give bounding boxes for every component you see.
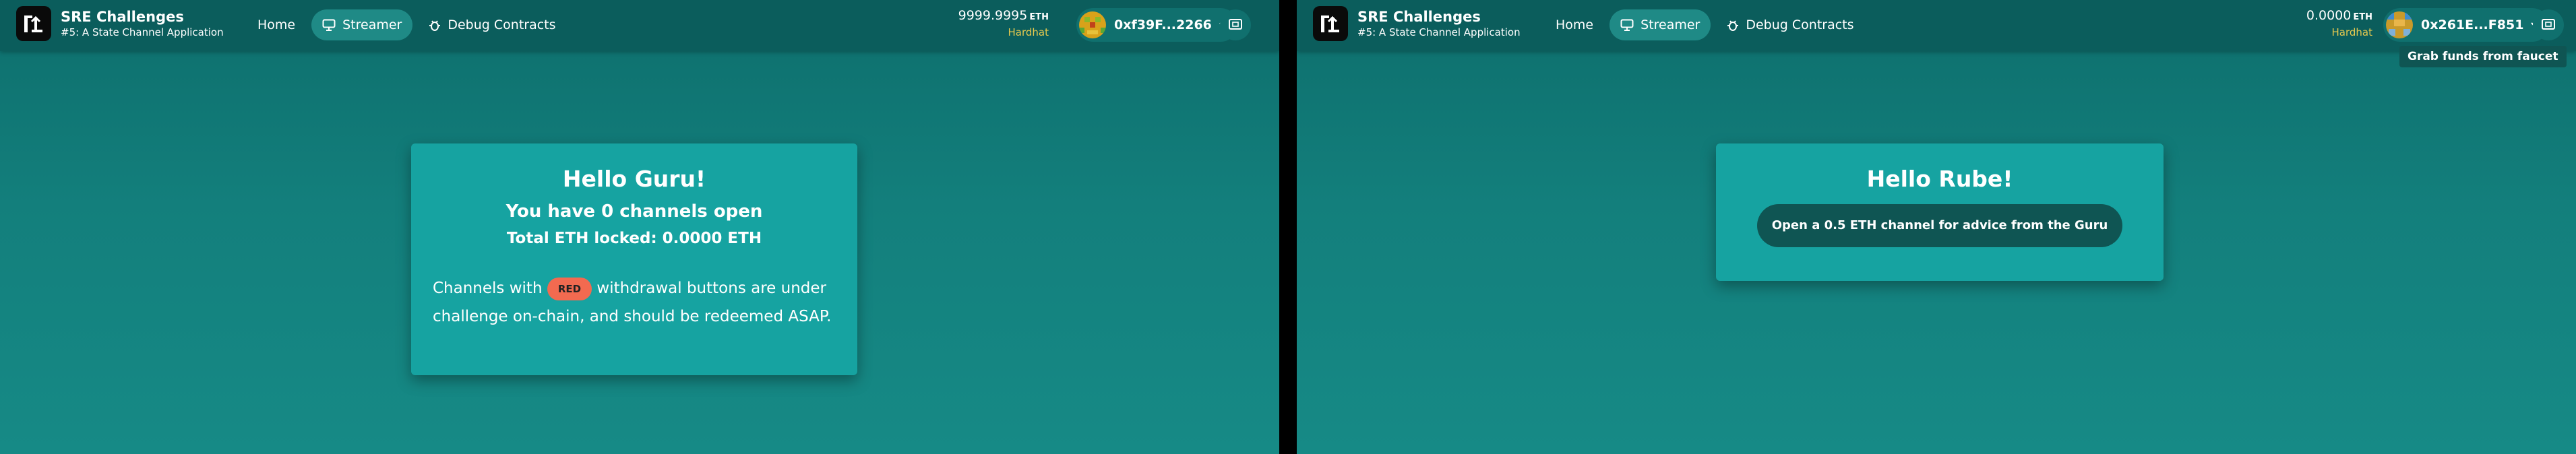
brand-title: SRE Challenges	[61, 9, 184, 25]
channels-note: Channels with RED withdrawal buttons are…	[433, 274, 836, 331]
monitor-icon	[1620, 19, 1634, 31]
nav-streamer[interactable]: Streamer	[311, 9, 413, 40]
brand-link[interactable]: SRE Challenges #5: A State Channel Appli…	[16, 6, 224, 41]
brand-title: SRE Challenges	[1357, 9, 1481, 25]
card-greeting: Hello Guru!	[562, 166, 706, 192]
guru-pane: SRE Challenges #5: A State Channel Appli…	[0, 0, 1279, 454]
note-before: Channels with	[433, 280, 543, 297]
navbar: SRE Challenges #5: A State Channel Appli…	[1297, 0, 2576, 51]
nav-debug-label: Debug Contracts	[448, 18, 556, 32]
nav-streamer[interactable]: Streamer	[1609, 9, 1711, 40]
nav-debug-contracts[interactable]: Debug Contracts	[1716, 9, 1864, 40]
balance-value: 0.0000	[2306, 8, 2352, 23]
faucet-tooltip: Grab funds from faucet	[2399, 46, 2567, 67]
rube-pane: SRE Challenges #5: A State Channel Appli…	[1297, 0, 2576, 454]
qr-icon	[1228, 18, 1243, 32]
rube-card: Hello Rube! Open a 0.5 ETH channel for a…	[1716, 143, 2164, 281]
nav-menu: Home Streamer Debug Contracts	[247, 9, 572, 40]
nav-debug-contracts[interactable]: Debug Contracts	[418, 9, 566, 40]
avatar	[1079, 11, 1106, 38]
nav-home-label: Home	[257, 18, 296, 32]
network-label: Hardhat	[2331, 26, 2372, 38]
nav-home[interactable]: Home	[247, 9, 306, 40]
red-badge: RED	[547, 277, 592, 300]
nav-home-label: Home	[1556, 18, 1594, 32]
balance-unit: ETH	[1029, 12, 1049, 22]
faucet-icon	[2541, 18, 2556, 32]
bug-icon	[429, 18, 441, 32]
logo-icon	[16, 6, 51, 41]
brand-link[interactable]: SRE Challenges #5: A State Channel Appli…	[1313, 6, 1521, 41]
faucet-button[interactable]	[2533, 9, 2564, 40]
eth-balance: 9999.9995 ETH Hardhat	[941, 7, 1049, 39]
nav-streamer-label: Streamer	[1640, 18, 1700, 32]
nav-streamer-label: Streamer	[342, 18, 402, 32]
account-address: 0x261E...F851	[2421, 18, 2524, 32]
bug-icon	[1727, 18, 1739, 32]
account-address: 0xf39F...2266	[1114, 18, 1212, 32]
logo-icon	[1313, 6, 1348, 41]
balance-unit: ETH	[2353, 12, 2372, 22]
account-dropdown[interactable]: 0x261E...F851	[2383, 8, 2550, 42]
brand-subtitle: #5: A State Channel Application	[1357, 26, 1521, 38]
nav-debug-label: Debug Contracts	[1746, 18, 1854, 32]
card-greeting: Hello Rube!	[1866, 166, 2013, 192]
guru-card: Hello Guru! You have 0 channels open Tot…	[411, 143, 857, 375]
brand-subtitle: #5: A State Channel Application	[61, 26, 224, 38]
avatar	[2386, 11, 2413, 38]
qr-code-button[interactable]	[1220, 9, 1251, 40]
total-locked: Total ETH locked: 0.0000 ETH	[506, 230, 762, 247]
navbar: SRE Challenges #5: A State Channel Appli…	[0, 0, 1279, 51]
network-label: Hardhat	[1008, 26, 1049, 38]
open-channel-button[interactable]: Open a 0.5 ETH channel for advice from t…	[1756, 204, 2123, 247]
balance-value: 9999.9995	[958, 8, 1028, 23]
monitor-icon	[322, 19, 336, 31]
channels-count: You have 0 channels open	[505, 201, 763, 222]
eth-balance: 0.0000 ETH Hardhat	[2265, 7, 2372, 39]
nav-menu: Home Streamer Debug Contracts	[1545, 9, 1870, 40]
nav-home[interactable]: Home	[1545, 9, 1604, 40]
account-dropdown[interactable]: 0xf39F...2266	[1076, 8, 1237, 42]
